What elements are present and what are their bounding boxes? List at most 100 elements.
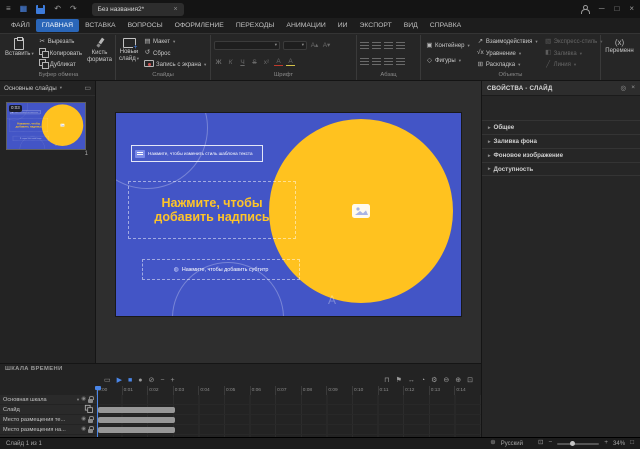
copy-button[interactable]: Копировать bbox=[37, 48, 84, 59]
timeline-clip[interactable] bbox=[98, 407, 175, 413]
tab-file[interactable]: ФАЙЛ bbox=[5, 19, 36, 32]
decrease-indent-icon[interactable] bbox=[384, 42, 393, 49]
italic-button[interactable]: К bbox=[226, 57, 235, 67]
chevron-down-icon[interactable]: ▾ bbox=[77, 397, 79, 403]
tab-insert[interactable]: ВСТАВКА bbox=[79, 19, 121, 32]
underline-button[interactable]: Ч bbox=[238, 57, 247, 67]
track-area[interactable] bbox=[96, 395, 481, 437]
panel-close-icon[interactable]: × bbox=[631, 84, 635, 92]
title-placeholder[interactable]: Нажмите, чтобы добавить надпись bbox=[128, 181, 296, 239]
editor-canvas[interactable]: Нажмите, чтобы изменить стиль шаблона те… bbox=[96, 81, 481, 363]
paste-button[interactable]: Вставить▾ bbox=[5, 36, 34, 71]
strikethrough-button[interactable]: S bbox=[250, 57, 259, 67]
equation-button[interactable]: √xУравнение▾ bbox=[475, 48, 540, 59]
layout-grid-button[interactable]: ⊞Раскладка▾ bbox=[475, 60, 540, 71]
cut-button[interactable]: ✂Вырезать bbox=[37, 37, 84, 48]
align-right-icon[interactable] bbox=[384, 58, 393, 65]
tab-home[interactable]: ГЛАВНАЯ bbox=[36, 19, 79, 32]
pin-icon[interactable]: ◎ bbox=[621, 84, 627, 92]
track-slide[interactable]: Слайд bbox=[0, 405, 96, 415]
timeline-clip[interactable] bbox=[98, 427, 175, 433]
font-color-button[interactable]: А bbox=[274, 58, 283, 66]
express-style-button[interactable]: ▧Экспресс-стиль▾ bbox=[543, 37, 605, 48]
tab-view[interactable]: ВИД bbox=[398, 19, 424, 32]
bullet-list-icon[interactable] bbox=[360, 42, 369, 49]
zoom-level[interactable]: 34% bbox=[613, 441, 625, 447]
section-background-image[interactable]: ▸ Фоновое изображение bbox=[482, 148, 640, 162]
visibility-icon[interactable]: ◉ bbox=[81, 397, 86, 403]
increase-font-button[interactable]: А▴ bbox=[310, 40, 319, 50]
track-placeholder-title[interactable]: Место размещения на... ◉ bbox=[0, 425, 96, 435]
zoom-in-button[interactable]: + bbox=[604, 440, 608, 447]
marker-icon[interactable]: ⚑ bbox=[396, 377, 402, 384]
document-tab[interactable]: Без названия2* × bbox=[92, 3, 184, 16]
tab-animations[interactable]: АНИМАЦИИ bbox=[280, 19, 331, 32]
bold-button[interactable]: Ж bbox=[214, 57, 223, 67]
container-button[interactable]: ▣Контейнер▾ bbox=[424, 40, 472, 51]
reset-button[interactable]: ↺Сброс bbox=[142, 48, 208, 59]
disable-icon[interactable]: ⊘ bbox=[148, 377, 154, 384]
tab-export[interactable]: ЭКСПОРТ bbox=[354, 19, 398, 32]
zoom-slider-handle[interactable] bbox=[570, 441, 575, 446]
track-lane[interactable] bbox=[96, 425, 481, 435]
section-accessibility[interactable]: ▸ Доступность bbox=[482, 162, 640, 176]
tab-transitions[interactable]: ПЕРЕХОДЫ bbox=[230, 19, 281, 32]
image-placeholder-icon[interactable] bbox=[352, 204, 370, 218]
align-center-icon[interactable] bbox=[372, 58, 381, 65]
format-brush-button[interactable]: Кисть формата bbox=[87, 36, 112, 71]
lock-icon[interactable] bbox=[88, 419, 93, 423]
track-lane[interactable] bbox=[96, 415, 481, 425]
language-icon[interactable]: ⊛ bbox=[490, 440, 495, 447]
fit-timeline-icon[interactable]: ⊡ bbox=[467, 377, 473, 384]
app-menu-icon[interactable]: ≡ bbox=[6, 0, 11, 18]
decrease-font-button[interactable]: А▾ bbox=[322, 40, 331, 50]
visibility-icon[interactable]: ◉ bbox=[81, 417, 86, 423]
track-lane[interactable] bbox=[96, 405, 481, 415]
superscript-button[interactable]: x² bbox=[262, 57, 271, 67]
tab-design[interactable]: ОФОРМЛЕНИЕ bbox=[169, 19, 230, 32]
language-selector[interactable]: Русский bbox=[501, 441, 523, 447]
numbered-list-icon[interactable] bbox=[372, 42, 381, 49]
lock-icon[interactable] bbox=[88, 399, 93, 403]
snap-icon[interactable]: ⊓ bbox=[384, 377, 389, 384]
lock-icon[interactable] bbox=[88, 429, 93, 433]
template-style-placeholder[interactable]: Нажмите, чтобы изменить стиль шаблона те… bbox=[131, 145, 263, 162]
fill-button[interactable]: ◧Заливка▾ bbox=[543, 48, 605, 59]
minimize-icon[interactable]: ─ bbox=[599, 0, 605, 18]
visibility-icon[interactable]: ◉ bbox=[81, 427, 86, 433]
zoom-in-icon[interactable]: ⊕ bbox=[455, 377, 461, 384]
close-icon[interactable]: × bbox=[629, 0, 634, 18]
zoom-out-button[interactable]: − bbox=[548, 440, 552, 447]
shapes-button[interactable]: ◇Фигуры▾ bbox=[424, 56, 472, 67]
track-placeholder-text[interactable]: Место размещения те... ◉ bbox=[0, 415, 96, 425]
highlight-button[interactable]: А bbox=[286, 58, 295, 66]
track-main-scale[interactable]: Основная шкала ▾ ◉ bbox=[0, 395, 96, 405]
duration-icon[interactable]: ◔ bbox=[421, 377, 425, 384]
save-icon[interactable] bbox=[36, 5, 45, 14]
record-button[interactable]: ● bbox=[138, 377, 142, 384]
undo-icon[interactable]: ↶ bbox=[54, 0, 61, 18]
zoom-out-icon[interactable]: ⊖ bbox=[443, 377, 449, 384]
redo-icon[interactable]: ↷ bbox=[70, 0, 77, 18]
new-slide-button[interactable]: Новый слайд▾ bbox=[119, 36, 139, 71]
duplicate-button[interactable]: Дубликат bbox=[37, 60, 84, 71]
slides-panel-header[interactable]: Основные слайды ▾ ▭ bbox=[0, 81, 95, 96]
timeline-zoom-out-icon[interactable]: − bbox=[160, 377, 164, 384]
stop-button[interactable]: ■ bbox=[128, 377, 132, 384]
monitor-icon[interactable]: ▭ bbox=[84, 84, 91, 92]
timeline-zoom-in-icon[interactable]: + bbox=[170, 377, 174, 384]
increase-indent-icon[interactable] bbox=[396, 42, 405, 49]
play-button[interactable]: ▶ bbox=[117, 377, 122, 384]
font-size-select[interactable]: ▾ bbox=[283, 41, 307, 50]
screen-record-button[interactable]: Запись с экрана▾ bbox=[142, 60, 208, 71]
font-family-select[interactable]: ▾ bbox=[214, 41, 280, 50]
line-button[interactable]: ╱Линия▾ bbox=[543, 60, 605, 71]
subtitle-placeholder[interactable]: ◍ Нажмите, чтобы добавить субтитр bbox=[142, 259, 300, 280]
tab-close-icon[interactable]: × bbox=[174, 6, 178, 13]
slide-editor[interactable]: Нажмите, чтобы изменить стиль шаблона те… bbox=[116, 113, 461, 316]
variables-button[interactable]: (х) Переменн bbox=[604, 36, 635, 71]
section-background-fill[interactable]: ▸ Заливка фона bbox=[482, 134, 640, 148]
align-left-icon[interactable] bbox=[360, 58, 369, 65]
tab-help[interactable]: СПРАВКА bbox=[424, 19, 467, 32]
maximize-icon[interactable]: □ bbox=[614, 0, 619, 18]
